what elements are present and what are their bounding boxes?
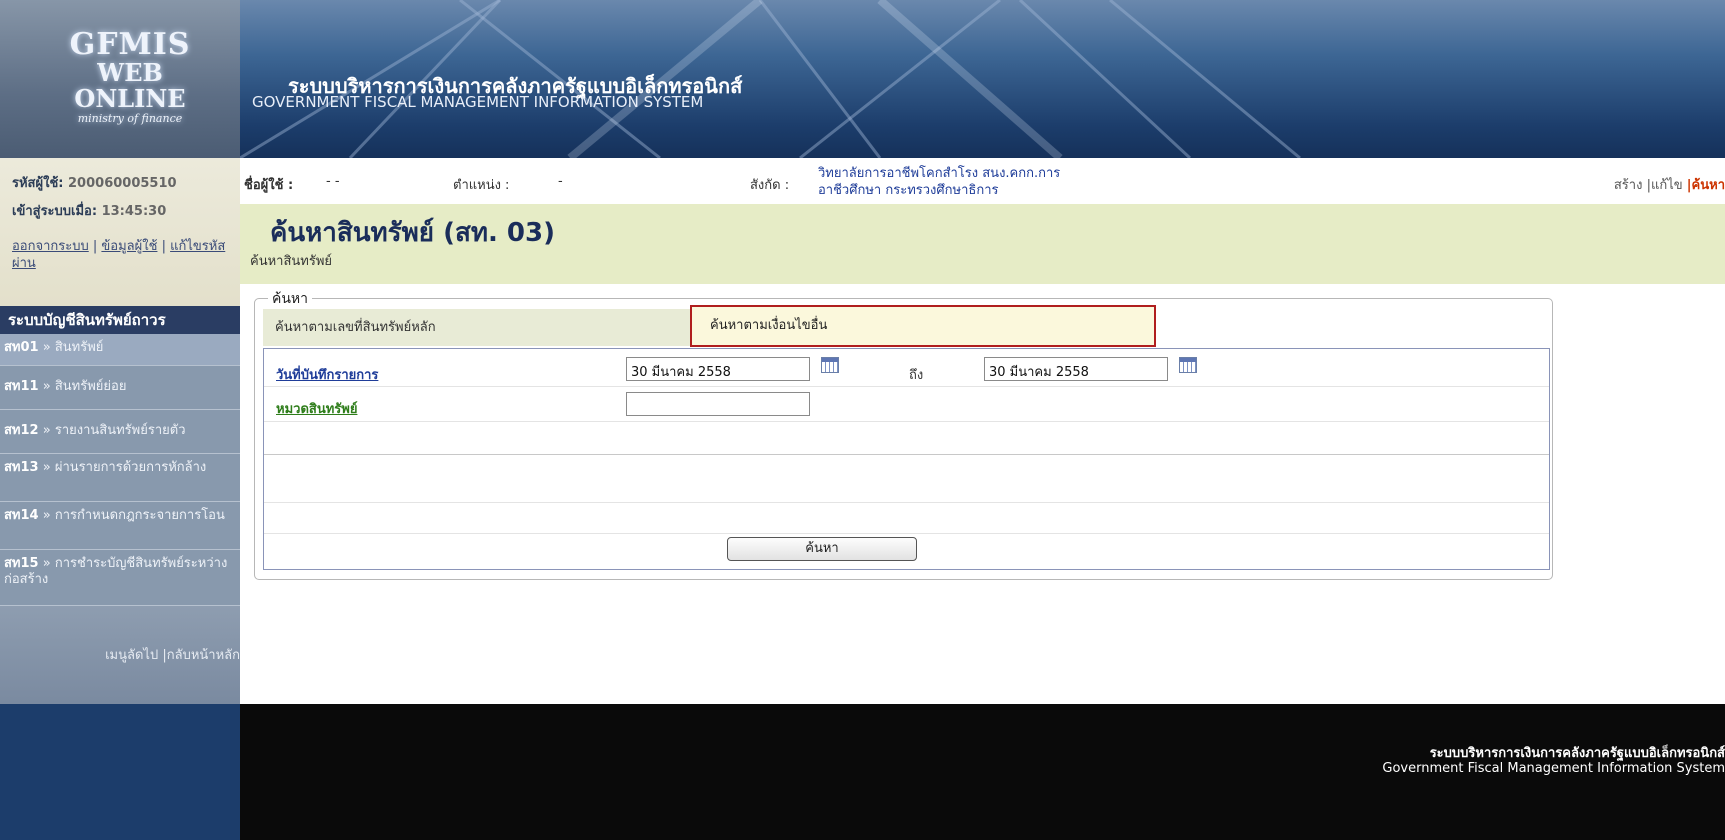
menu-arrow: » [42,379,51,394]
search-link[interactable]: |ค้นหา [1687,178,1725,193]
edit-link[interactable]: |แก้ไข [1647,178,1683,193]
home-link[interactable]: |กลับหน้าหลัก [162,648,240,663]
logout-link[interactable]: ออกจากระบบ [12,239,89,254]
system-title-english: GOVERNMENT FISCAL MANAGEMENT INFORMATION… [252,93,704,111]
search-button[interactable]: ค้นหา [727,537,917,561]
menu-item-st12[interactable]: สท12 » รายงานสินทรัพย์รายตัว [0,410,240,454]
menu-arrow: » [42,340,51,355]
calendar-icon[interactable] [1179,357,1197,373]
user-link-separator: | [157,239,171,254]
department-line2: อาชีวศึกษา กระทรวงศึกษาธิการ [818,183,999,198]
menu-item-code: สท12 [4,423,39,438]
user-info-box: รหัสผู้ใช้: 200060005510 เข้าสู่ระบบเมื่… [0,158,240,306]
tab-search-by-other-conditions[interactable]: ค้นหาตามเงื่อนไขอื่น [690,305,1156,347]
username-label: ชื่อผู้ใช้ : [244,178,294,193]
logo-line3: ministry of finance [77,112,183,125]
page-subtitle: ค้นหาสินทรัพย์ [250,254,333,269]
logo-line1: GFMIS [69,27,191,62]
department-label: สังกัด : [750,178,790,193]
position-value: - [558,174,563,189]
header-banner: GFMIS WEB ONLINE ministry of finance ระบ… [0,0,1725,158]
asset-category-field[interactable] [626,392,810,416]
menu-arrow: » [42,460,51,475]
row-divider [264,454,1549,455]
menu-item-st01[interactable]: สท01 » สินทรัพย์ [0,334,240,366]
row-divider [264,421,1549,422]
footer-left-panel [0,704,240,840]
menu-item-label: รายงานสินทรัพย์รายตัว [54,423,186,438]
search-legend: ค้นหา [268,288,313,310]
menu-arrow: » [42,423,51,438]
menu-footer: เมนูลัดไป |กลับหน้าหลัก [0,606,240,704]
menu-item-label: ผ่านรายการด้วยการหักล้าง [54,460,207,475]
logo-line2: WEB ONLINE [74,58,186,113]
profile-link[interactable]: ข้อมูลผู้ใช้ [101,239,157,254]
menu-item-label: สินทรัพย์ [54,340,104,355]
menu-item-code: สท14 [4,508,39,523]
menu-item-st11[interactable]: สท11 » สินทรัพย์ย่อย [0,366,240,410]
user-links: ออกจากระบบ | ข้อมูลผู้ใช้ | แก้ไขรหัสผ่า… [12,238,237,272]
menu-item-code: สท11 [4,379,39,394]
menu-item-code: สท01 [4,340,39,355]
sidebar: รหัสผู้ใช้: 200060005510 เข้าสู่ระบบเมื่… [0,158,240,704]
asset-category-label[interactable]: หมวดสินทรัพย์ [276,398,357,419]
record-date-label[interactable]: วันที่บันทึกรายการ [276,364,378,385]
date-to-field[interactable]: 30 มีนาคม 2558 [984,357,1168,381]
logo: GFMIS WEB ONLINE ministry of finance [0,0,240,158]
login-time-value: 13:45:30 [101,204,167,219]
page-title: ค้นหาสินทรัพย์ (สท. 03) [270,218,555,248]
menu-item-st14[interactable]: สท14 » การกำหนดกฎกระจายการโอน [0,502,240,550]
row-divider [264,533,1549,534]
menu-item-code: สท13 [4,460,39,475]
user-link-separator: | [88,239,102,254]
page-title-band: ค้นหาสินทรัพย์ (สท. 03) ค้นหาสินทรัพย์ [240,204,1725,284]
user-id: รหัสผู้ใช้: 200060005510 [12,172,177,193]
tab-search-by-asset-number[interactable]: ค้นหาตามเลขที่สินทรัพย์หลัก [263,309,690,346]
menu-title: ระบบบัญชีสินทรัพย์ถาวร [0,306,240,334]
calendar-icon[interactable] [821,357,839,373]
footer-title-english: Government Fiscal Management Information… [1382,761,1725,776]
user-info-bar: ชื่อผู้ใช้ : - - ตำแหน่ง : - สังกัด : วิ… [240,158,1725,205]
action-links: สร้าง |แก้ไข |ค้นหา [1614,174,1725,195]
footer-title-thai: ระบบบริหารการเงินการคลังภาครัฐแบบอิเล็กท… [1429,746,1725,761]
date-to-label: ถึง [909,368,924,383]
username-value: - - [326,174,340,189]
user-id-label: รหัสผู้ใช้: [12,176,64,191]
menu-item-st13[interactable]: สท13 » ผ่านรายการด้วยการหักล้าง [0,454,240,502]
menu-arrow: » [42,508,51,523]
menu-item-label: สินทรัพย์ย่อย [54,379,127,394]
footer: ระบบบริหารการเงินการคลังภาครัฐแบบอิเล็กท… [240,704,1725,840]
menu-arrow: » [42,556,51,571]
row-divider [264,386,1549,387]
login-time: เข้าสู่ระบบเมื่อ: 13:45:30 [12,200,166,221]
position-label: ตำแหน่ง : [453,178,510,193]
row-divider [264,502,1549,503]
menu-item-st15[interactable]: สท15 » การชำระบัญชีสินทรัพย์ระหว่างก่อสร… [0,550,240,606]
date-from-field[interactable]: 30 มีนาคม 2558 [626,357,810,381]
create-link[interactable]: สร้าง [1614,178,1643,193]
user-id-value: 200060005510 [68,176,177,191]
menu-item-code: สท15 [4,556,39,571]
login-time-label: เข้าสู่ระบบเมื่อ: [12,204,98,219]
menu-item-label: การกำหนดกฎกระจายการโอน [54,508,225,523]
shortcut-menu-link[interactable]: เมนูลัดไป [105,648,158,663]
